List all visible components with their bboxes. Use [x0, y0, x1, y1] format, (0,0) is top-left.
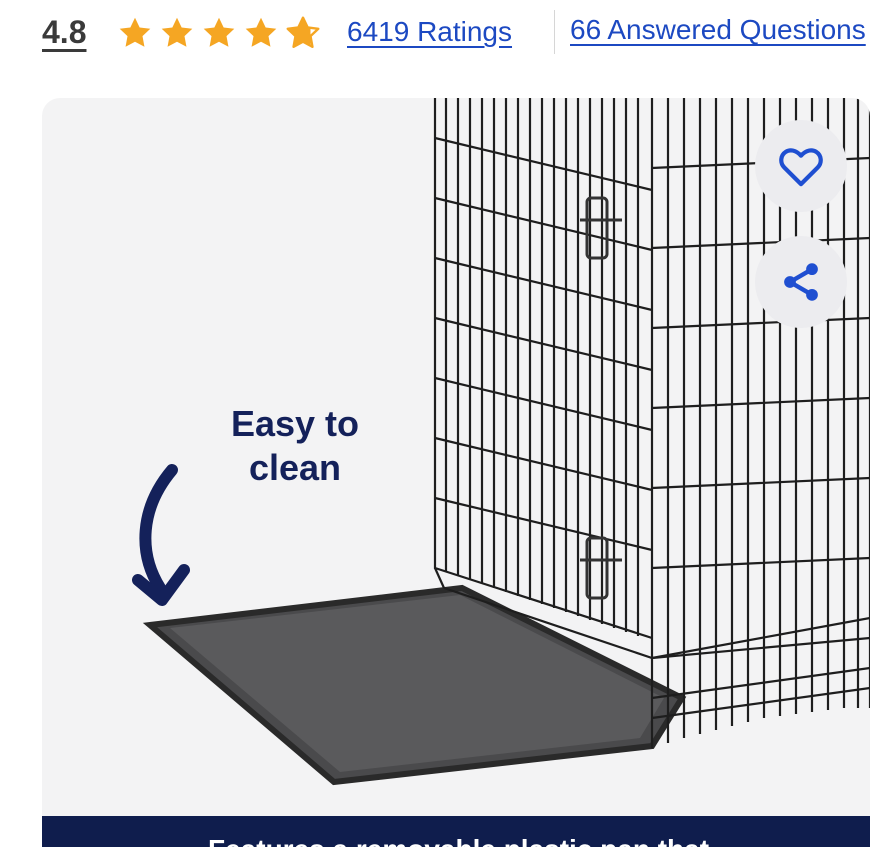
favorite-button[interactable] — [755, 120, 847, 212]
star-icon — [203, 17, 235, 47]
image-caption: Easy to clean — [200, 402, 390, 490]
star-icon — [161, 17, 193, 47]
rating-score[interactable]: 4.8 — [42, 14, 86, 51]
feature-banner-text: Features a removable plastic pan that — [208, 834, 709, 847]
star-icon — [245, 17, 277, 47]
divider — [554, 10, 555, 54]
share-button[interactable] — [755, 236, 847, 328]
partial-star-icon — [286, 16, 320, 48]
heart-icon — [779, 148, 823, 187]
feature-banner: Features a removable plastic pan that — [42, 816, 870, 847]
share-icon — [784, 263, 818, 301]
caption-line-1: Easy to — [230, 403, 360, 444]
star-icon — [119, 17, 151, 47]
star-rating — [117, 14, 321, 54]
ratings-link[interactable]: 6419 Ratings — [347, 16, 512, 48]
product-image[interactable]: Easy to clean Features a removable plast… — [42, 98, 870, 847]
caption-line-2: clean — [248, 447, 342, 488]
answered-questions-link[interactable]: 66 Answered Questions — [570, 14, 866, 46]
rating-bar: 4.8 6419 Ratings 66 Answered Questions — [0, 0, 889, 70]
dog-crate-illustration — [132, 98, 870, 786]
